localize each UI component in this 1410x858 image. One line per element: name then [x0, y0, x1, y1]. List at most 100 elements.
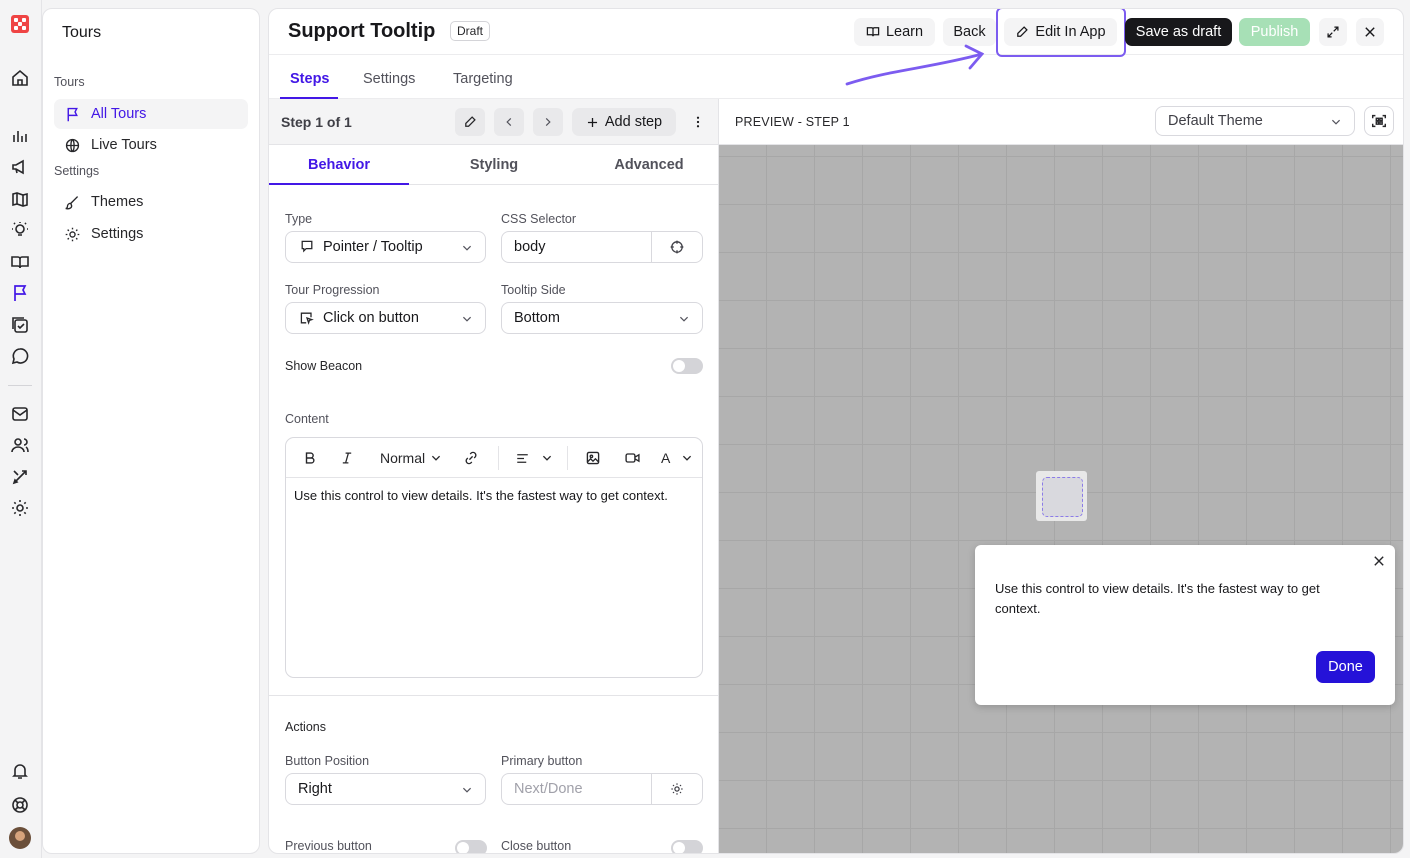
content-editor[interactable]: Normal A Use this control to view detail…	[285, 437, 703, 678]
chart-icon[interactable]	[10, 126, 30, 146]
toolbar-divider	[567, 446, 568, 470]
header: Support Tooltip Draft Learn Back Edit In…	[269, 9, 1403, 57]
sidebar-item-label: Live Tours	[91, 137, 157, 153]
actions-label: Actions	[285, 720, 326, 734]
theme-select[interactable]: Default Theme	[1155, 106, 1355, 136]
type-select[interactable]: Pointer / Tooltip	[285, 231, 486, 263]
css-selector-label: CSS Selector	[501, 212, 577, 226]
add-step-button[interactable]: Add step	[572, 108, 676, 136]
save-draft-button[interactable]: Save as draft	[1125, 18, 1232, 46]
app-logo[interactable]	[11, 15, 29, 33]
sidebar-title: Tours	[62, 24, 102, 41]
step-more-button[interactable]	[683, 108, 713, 136]
show-beacon-label: Show Beacon	[285, 359, 363, 373]
back-button[interactable]: Back	[943, 18, 996, 46]
button-position-value: Right	[298, 781, 332, 797]
content-text[interactable]: Use this control to view details. It's t…	[294, 486, 684, 506]
lightbulb-icon[interactable]	[10, 220, 30, 240]
help-icon[interactable]	[10, 795, 30, 815]
button-position-select[interactable]: Right	[285, 773, 486, 805]
progression-value: Click on button	[323, 310, 419, 326]
gear-icon[interactable]	[10, 498, 30, 518]
link-button[interactable]	[463, 449, 479, 467]
subtab-active-indicator	[269, 183, 409, 185]
primary-button-placeholder: Next/Done	[514, 781, 583, 797]
align-select[interactable]	[515, 449, 553, 467]
css-selector-input[interactable]: body	[501, 231, 703, 263]
target-element[interactable]	[1036, 471, 1087, 521]
flag-icon[interactable]	[10, 283, 30, 303]
tab-steps[interactable]: Steps	[290, 71, 330, 87]
sidebar-item-all-tours[interactable]: All Tours	[54, 99, 248, 129]
edit-in-app-button[interactable]: Edit In App	[1004, 18, 1117, 46]
pencil-icon	[465, 116, 476, 127]
close-button[interactable]	[1356, 18, 1384, 46]
preview-title: PREVIEW - STEP 1	[735, 115, 850, 129]
primary-button-settings[interactable]	[651, 774, 702, 804]
element-picker-button[interactable]	[651, 232, 702, 262]
bell-icon[interactable]	[10, 761, 30, 781]
main-panel: Support Tooltip Draft Learn Back Edit In…	[268, 8, 1404, 854]
tab-styling[interactable]: Styling	[424, 157, 564, 173]
pencil-icon	[1017, 26, 1029, 37]
avatar[interactable]	[9, 827, 31, 849]
tab-settings[interactable]: Settings	[363, 71, 415, 87]
learn-button[interactable]: Learn	[854, 18, 935, 46]
preview-pane: PREVIEW - STEP 1 Default Theme Use this …	[719, 99, 1403, 853]
element-scan-button[interactable]	[1364, 106, 1394, 136]
rail-divider	[8, 385, 32, 386]
close-icon[interactable]	[1372, 554, 1386, 568]
prev-step-button[interactable]	[494, 108, 524, 136]
expand-button[interactable]	[1319, 18, 1347, 46]
sidebar-item-label: All Tours	[91, 106, 147, 122]
bold-button[interactable]	[303, 449, 317, 467]
italic-button[interactable]	[340, 449, 354, 467]
sidebar-item-themes[interactable]: Themes	[54, 187, 248, 217]
preview-header: PREVIEW - STEP 1 Default Theme	[719, 99, 1403, 145]
progression-label: Tour Progression	[285, 283, 380, 297]
chevron-down-icon	[462, 245, 472, 251]
tab-bar: Steps Settings Targeting	[269, 55, 1403, 99]
megaphone-icon[interactable]	[10, 157, 30, 177]
chevron-down-icon	[679, 316, 689, 322]
link-icon	[465, 451, 477, 465]
tools-icon[interactable]	[10, 467, 30, 487]
map-icon[interactable]	[10, 189, 30, 209]
home-icon[interactable]	[10, 68, 30, 88]
content-label: Content	[285, 412, 329, 426]
preview-canvas[interactable]: Use this control to view details. It's t…	[719, 145, 1403, 853]
mail-icon[interactable]	[10, 404, 30, 424]
sidebar-item-settings[interactable]: Settings	[54, 219, 248, 249]
format-select[interactable]: Normal	[380, 449, 442, 467]
book-icon[interactable]	[10, 252, 30, 272]
sidebar-item-live-tours[interactable]: Live Tours	[54, 130, 248, 160]
sidebar-section-tours: Tours	[54, 75, 85, 89]
tab-targeting[interactable]: Targeting	[453, 71, 513, 87]
previous-button-toggle[interactable]	[455, 840, 487, 853]
type-value: Pointer / Tooltip	[323, 239, 423, 255]
close-button-toggle[interactable]	[671, 840, 703, 853]
users-icon[interactable]	[10, 435, 30, 455]
font-color-select[interactable]: A	[661, 449, 693, 467]
checklist-icon[interactable]	[10, 315, 30, 335]
step-editor: Step 1 of 1 Add step Behavior Styling Ad…	[269, 99, 719, 853]
next-step-button[interactable]	[533, 108, 563, 136]
primary-button-input[interactable]: Next/Done	[501, 773, 703, 805]
show-beacon-toggle[interactable]	[671, 358, 703, 374]
chevron-down-icon	[462, 787, 472, 793]
image-button[interactable]	[585, 449, 601, 467]
chevron-down-icon	[462, 316, 472, 322]
progression-select[interactable]: Click on button	[285, 302, 486, 334]
page-title: Support Tooltip	[288, 20, 436, 42]
tab-behavior[interactable]: Behavior	[269, 157, 409, 173]
learn-label: Learn	[885, 24, 924, 40]
edit-in-app-label: Edit In App	[1035, 24, 1106, 40]
tooltip-side-select[interactable]: Bottom	[501, 302, 703, 334]
done-button[interactable]: Done	[1316, 651, 1375, 683]
tab-advanced[interactable]: Advanced	[579, 157, 719, 173]
chevron-down-icon	[542, 455, 552, 461]
publish-button[interactable]: Publish	[1239, 18, 1310, 46]
chat-icon[interactable]	[10, 346, 30, 366]
video-button[interactable]	[624, 449, 641, 467]
rename-step-button[interactable]	[455, 108, 485, 136]
